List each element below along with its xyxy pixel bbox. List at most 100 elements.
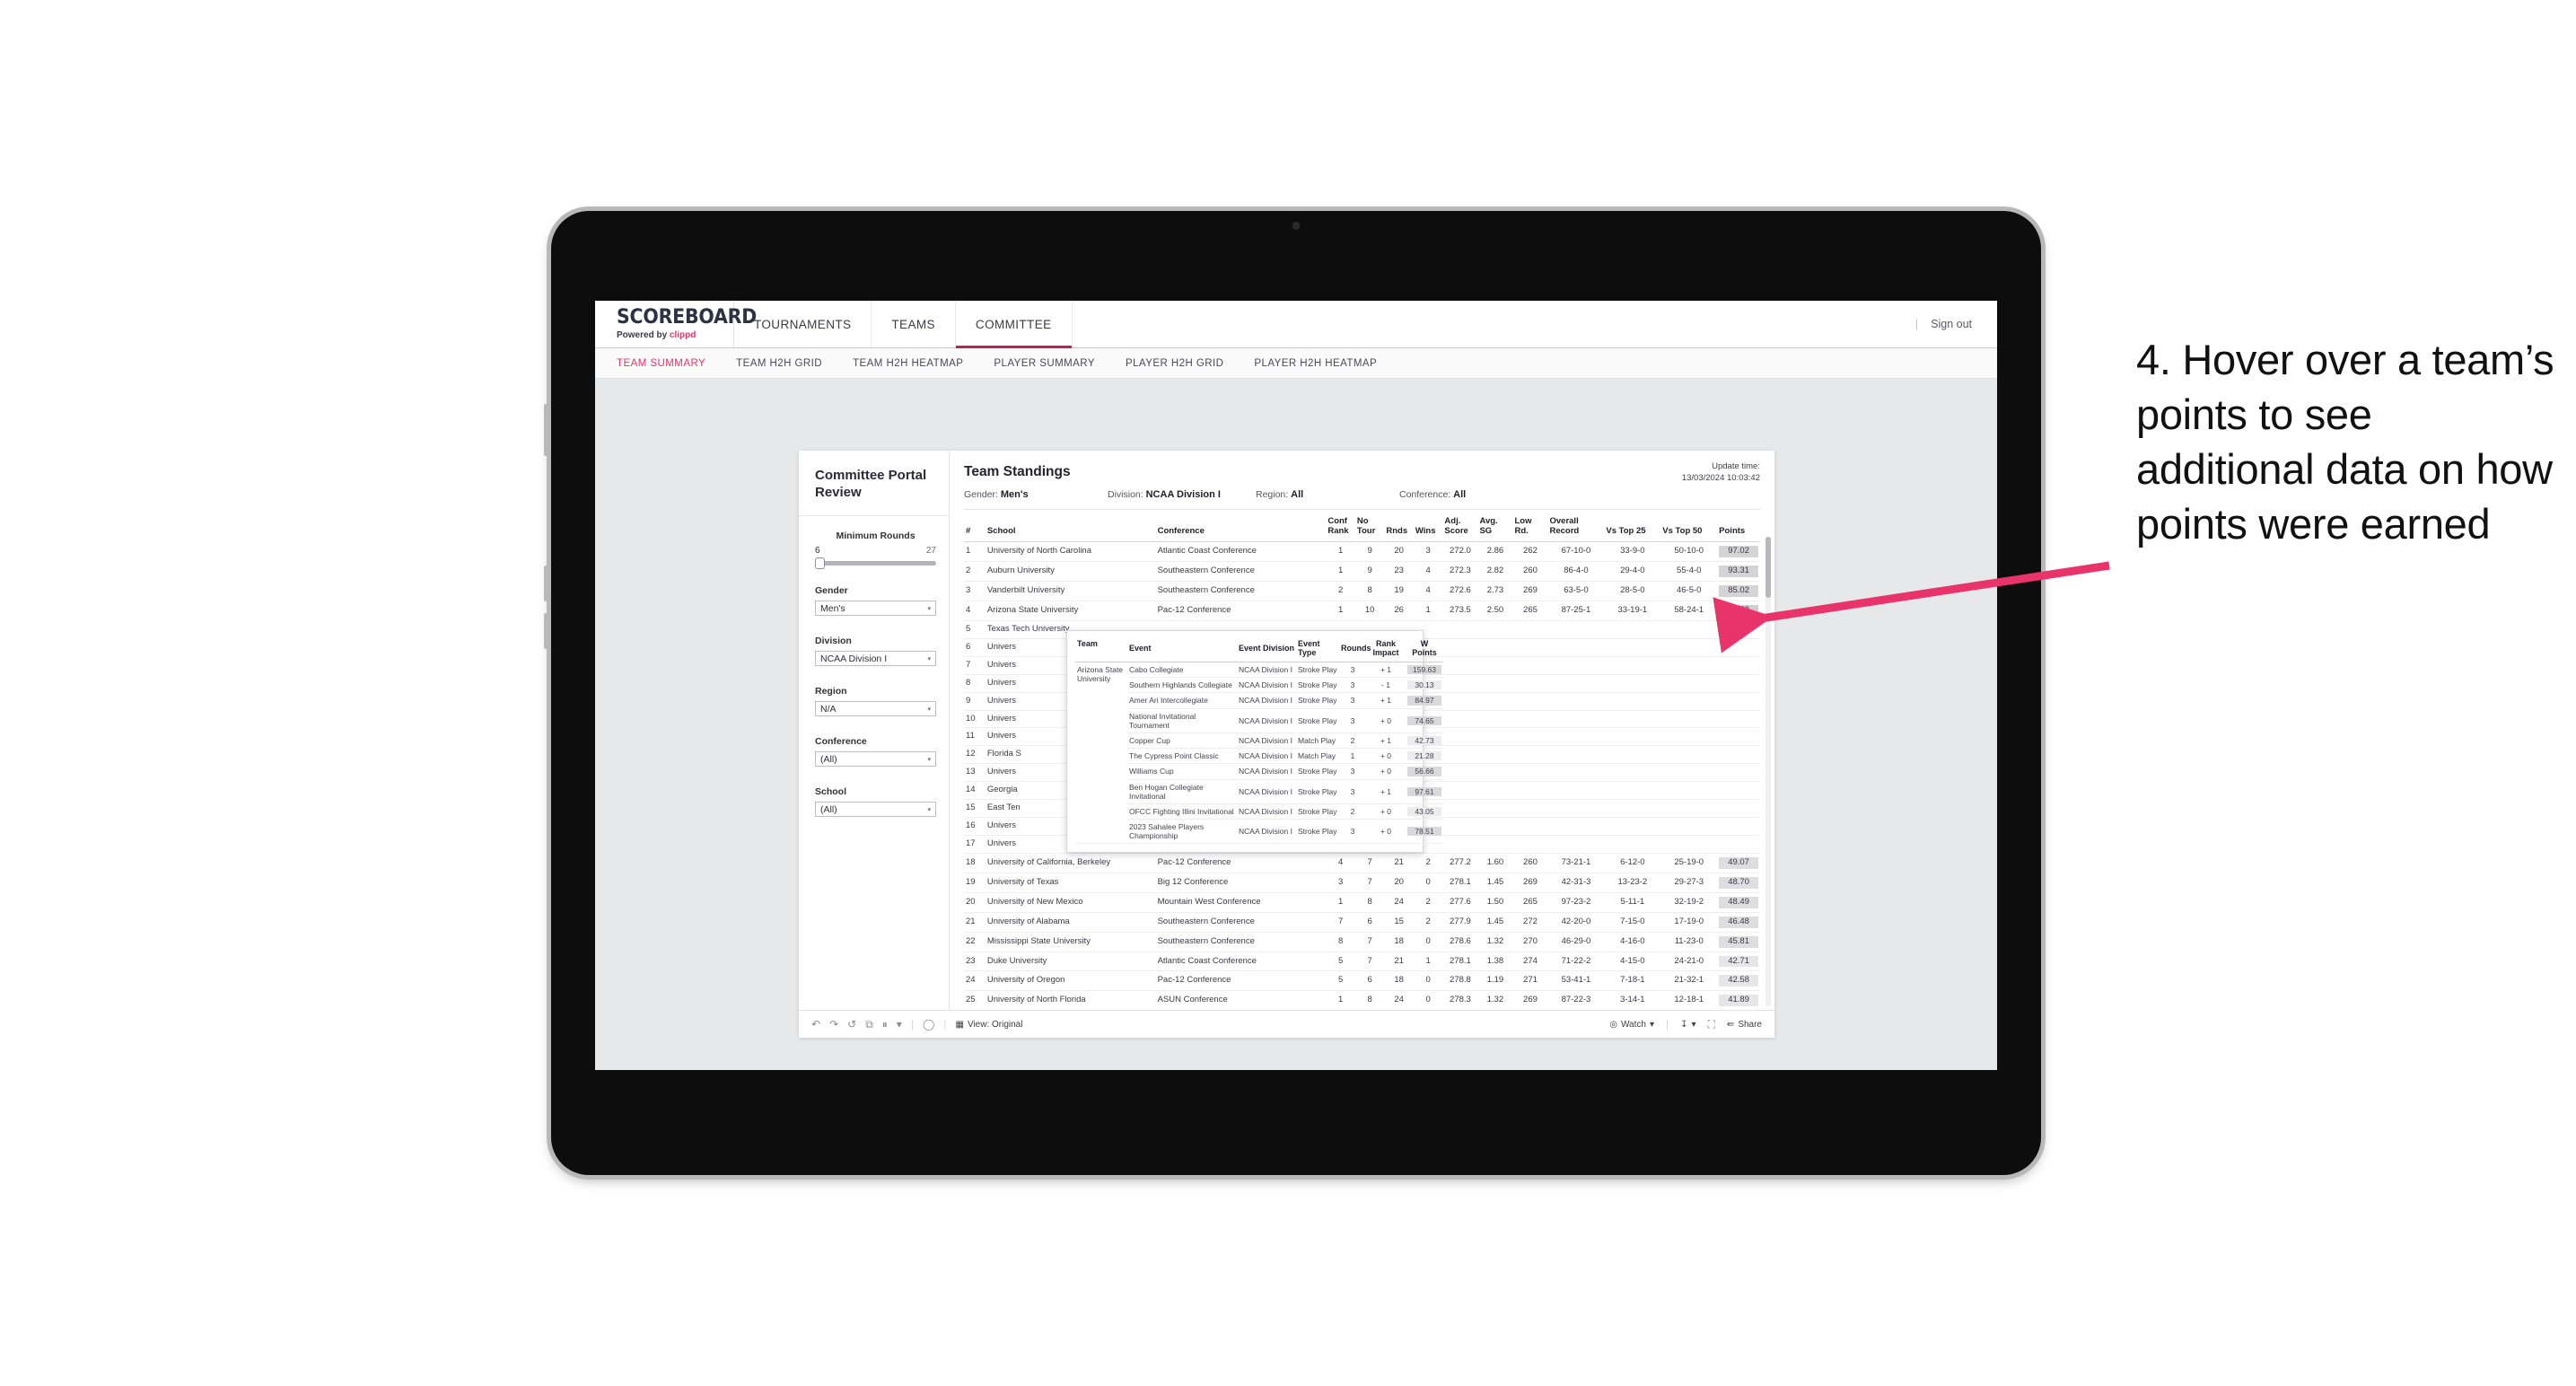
points-cell[interactable] — [1717, 674, 1760, 693]
table-cell: 1.50 — [1477, 892, 1513, 913]
division-select[interactable]: NCAA Division I ▾ — [815, 651, 936, 667]
col-conf-rank[interactable]: Conf Rank — [1326, 510, 1355, 543]
col-points[interactable]: Points — [1717, 510, 1760, 543]
col-low-rd[interactable]: Low Rd. — [1512, 510, 1548, 543]
tooltip-w-points-value: 74.65 — [1407, 715, 1441, 725]
gender-select[interactable]: Men's ▾ — [815, 601, 936, 617]
col-vs-top-25[interactable]: Vs Top 25 — [1604, 510, 1661, 543]
points-cell[interactable] — [1717, 781, 1760, 801]
table-row[interactable]: 22 Mississippi State University Southeaste… — [964, 932, 1760, 952]
subtab-player-h2h-heatmap[interactable]: PLAYER H2H HEATMAP — [1254, 358, 1377, 369]
points-cell[interactable] — [1717, 799, 1760, 819]
table-row[interactable]: 3 Vanderbilt University Southeastern Confe… — [964, 581, 1760, 602]
points-cell[interactable]: 41.89 — [1717, 990, 1760, 1010]
slider-handle[interactable] — [815, 557, 825, 570]
redo-icon[interactable]: ↷ — [829, 1019, 838, 1030]
col-adj-score[interactable]: Adj. Score — [1442, 510, 1478, 543]
school-select[interactable]: (All) ▾ — [815, 802, 936, 818]
power-button[interactable] — [544, 404, 548, 456]
col-rank[interactable]: # — [964, 510, 986, 543]
col-conference[interactable]: Conference — [1155, 510, 1327, 543]
points-cell[interactable] — [1717, 692, 1760, 711]
table-cell: 24 — [1384, 892, 1414, 913]
revert-icon[interactable]: ↺ — [847, 1019, 856, 1030]
table-cell — [1442, 745, 1478, 765]
points-cell[interactable] — [1717, 835, 1760, 854]
watch-button[interactable]: ◎ Watch ▾ — [1609, 1020, 1654, 1030]
table-row[interactable]: 20 University of New Mexico Mountain West … — [964, 892, 1760, 913]
table-row[interactable]: 23 Duke University Atlantic Coast Conferen… — [964, 952, 1760, 972]
table-row[interactable]: 19 University of Texas Big 12 Conference 3 7… — [964, 873, 1760, 893]
sign-out-link[interactable]: Sign out — [1931, 318, 1972, 330]
col-vs-top-50[interactable]: Vs Top 50 — [1660, 510, 1718, 543]
table-cell — [1512, 817, 1548, 836]
subtab-team-h2h-grid[interactable]: TEAM H2H GRID — [736, 358, 822, 369]
table-cell: 2 — [1413, 912, 1443, 933]
nav-tab-committee[interactable]: COMMITTEE — [955, 301, 1073, 348]
pause-icon[interactable]: ⏸ — [882, 1019, 888, 1030]
points-cell[interactable] — [1717, 763, 1760, 783]
points-cell[interactable] — [1717, 817, 1760, 836]
points-cell[interactable]: 42.58 — [1717, 970, 1760, 992]
view-icon: ▦ — [955, 1019, 964, 1030]
download-button[interactable]: ↧ ▾ — [1680, 1020, 1695, 1030]
minimum-rounds-slider[interactable] — [815, 557, 936, 570]
col-avg-sg[interactable]: Avg. SG — [1477, 510, 1513, 543]
col-no-tour[interactable]: No Tour — [1354, 510, 1385, 543]
table-row[interactable]: 1 University of North Carolina Atlantic Co… — [964, 541, 1760, 563]
region-select[interactable]: N/A ▾ — [815, 701, 936, 717]
subtab-team-summary[interactable]: TEAM SUMMARY — [617, 358, 705, 369]
nav-tab-teams[interactable]: TEAMS — [872, 301, 956, 347]
table-row[interactable]: 25 University of North Florida ASUN Confer… — [964, 990, 1760, 1010]
share-button[interactable]: ⇚ Share — [1727, 1020, 1762, 1030]
table-cell: 10 — [1354, 601, 1385, 621]
table-cell: 7 — [964, 656, 986, 675]
table-row[interactable]: 21 University of Alabama Southeastern Conf… — [964, 912, 1760, 933]
table-cell: 13 — [964, 763, 986, 783]
tablet-screen: SCOREBOARD Powered by clippd TOURNAMENTS… — [595, 301, 1997, 1070]
points-cell[interactable] — [1717, 745, 1760, 765]
table-row[interactable]: 2 Auburn University Southeastern Conferenc… — [964, 561, 1760, 583]
points-cell[interactable]: 46.48 — [1717, 912, 1760, 933]
points-cell[interactable] — [1717, 710, 1760, 729]
points-cell[interactable]: 49.07 — [1717, 853, 1760, 873]
table-cell — [1442, 763, 1478, 783]
points-value: 45.81 — [1719, 935, 1758, 948]
table-cell: 26 — [1384, 601, 1414, 621]
view-original-button[interactable]: ▦ View: Original — [956, 1020, 1023, 1030]
table-row[interactable]: 4 Arizona State University Pac-12 Conferen… — [964, 601, 1760, 621]
nav-tab-tournaments[interactable]: TOURNAMENTS — [734, 301, 872, 347]
points-cell[interactable]: 42.71 — [1717, 952, 1760, 972]
app-logo[interactable]: SCOREBOARD Powered by clippd — [595, 301, 757, 347]
col-school[interactable]: School — [985, 510, 1156, 543]
points-cell[interactable]: 48.70 — [1717, 873, 1760, 893]
points-cell[interactable] — [1717, 727, 1760, 747]
col-wins[interactable]: Wins — [1413, 510, 1443, 543]
table-cell: 10 — [964, 710, 986, 729]
meta-region: Region: All — [1256, 489, 1399, 500]
fullscreen-icon[interactable]: ⛶ — [1708, 1019, 1715, 1030]
col-overall-record[interactable]: Overall Record — [1547, 510, 1605, 543]
volume-down-button[interactable] — [544, 613, 548, 649]
table-cell: 269 — [1512, 581, 1548, 602]
table-cell: 16 — [964, 817, 986, 836]
table-row[interactable]: 24 University of Oregon Pac-12 Conference 5… — [964, 970, 1760, 992]
table-row[interactable]: 18 University of California, Berkeley Pac-… — [964, 853, 1760, 873]
conference-select[interactable]: (All) ▾ — [815, 751, 936, 768]
col-rnds[interactable]: Rnds — [1384, 510, 1414, 543]
points-cell[interactable]: 45.81 — [1717, 932, 1760, 952]
tooltip-rounds: 3 — [1339, 819, 1366, 845]
table-cell: Pac-12 Conference — [1155, 970, 1327, 992]
subtab-team-h2h-heatmap[interactable]: TEAM H2H HEATMAP — [853, 358, 963, 369]
volume-up-button[interactable] — [544, 566, 548, 601]
subtab-player-summary[interactable]: PLAYER SUMMARY — [994, 358, 1095, 369]
history-icon[interactable]: ◯ — [923, 1019, 934, 1030]
chevron-down-icon[interactable]: ▾ — [897, 1019, 902, 1030]
subtab-player-h2h-grid[interactable]: PLAYER H2H GRID — [1126, 358, 1223, 369]
undo-icon[interactable]: ↶ — [811, 1019, 820, 1030]
points-cell[interactable]: 48.49 — [1717, 892, 1760, 913]
table-cell: 3 — [1413, 541, 1443, 563]
refresh-icon[interactable]: ⧉ — [865, 1019, 873, 1030]
table-cell: 272.0 — [1442, 541, 1478, 563]
table-cell: 1 — [1326, 561, 1355, 583]
